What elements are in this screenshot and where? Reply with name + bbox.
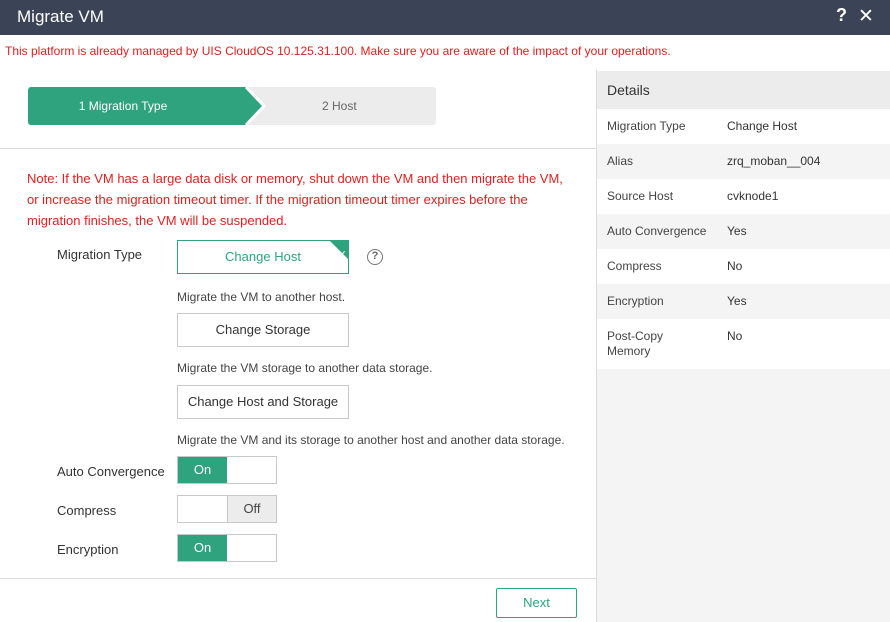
close-icon[interactable]: ✕: [858, 5, 874, 28]
encryption-label: Encryption: [57, 542, 119, 557]
change-storage-option[interactable]: Change Storage: [177, 313, 349, 347]
encryption-toggle[interactable]: On: [177, 534, 277, 562]
change-host-desc: Migrate the VM to another host.: [177, 290, 346, 304]
change-host-storage-option[interactable]: Change Host and Storage: [177, 385, 349, 419]
change-host-label: Change Host: [225, 249, 301, 264]
detail-row: Post-Copy Memory No: [597, 319, 890, 369]
divider: [0, 148, 596, 149]
next-button[interactable]: Next: [496, 588, 577, 618]
step-migration-type[interactable]: 1 Migration Type: [28, 87, 246, 125]
detail-row: Auto Convergence Yes: [597, 214, 890, 249]
compress-toggle[interactable]: Off: [177, 495, 277, 523]
detail-row: Compress No: [597, 249, 890, 284]
detail-key: Post-Copy Memory: [607, 329, 664, 358]
help-icon[interactable]: ?: [836, 5, 847, 26]
footer-divider: [0, 578, 596, 579]
detail-row: Encryption Yes: [597, 284, 890, 319]
detail-key: Encryption: [607, 294, 664, 308]
detail-key: Source Host: [607, 189, 674, 203]
auto-convergence-toggle[interactable]: On: [177, 456, 277, 484]
toggle-state: Off: [227, 496, 276, 522]
migration-note: Note: If the VM has a large data disk or…: [27, 171, 563, 228]
check-icon: ✓: [337, 249, 347, 261]
detail-key: Migration Type: [607, 119, 686, 133]
detail-value: Change Host: [727, 119, 798, 133]
detail-key: Alias: [607, 154, 634, 168]
detail-key: Auto Convergence: [607, 224, 707, 238]
change-host-option[interactable]: Change Host ✓: [177, 240, 349, 274]
detail-value: Yes: [727, 224, 747, 238]
question-icon[interactable]: ?: [367, 249, 383, 265]
step-arrow-icon: [228, 87, 267, 125]
toggle-state: On: [178, 535, 227, 561]
detail-row: Migration Type Change Host: [597, 109, 890, 144]
change-storage-label: Change Storage: [215, 322, 311, 337]
managed-warning: This platform is already managed by UIS …: [5, 44, 671, 58]
detail-value: No: [727, 259, 743, 273]
migration-type-label: Migration Type: [57, 247, 143, 262]
details-panel: Details Migration Type Change Host Alias…: [597, 71, 890, 622]
details-heading: Details: [597, 71, 890, 109]
dialog-titlebar: Migrate VM ? ✕: [0, 0, 890, 35]
change-host-storage-label: Change Host and Storage: [187, 394, 339, 409]
auto-convergence-label: Auto Convergence: [57, 464, 165, 479]
detail-row: Alias zrq_moban__004: [597, 144, 890, 179]
dialog-title: Migrate VM: [17, 7, 104, 26]
detail-value: zrq_moban__004: [727, 154, 821, 168]
detail-value: cvknode1: [727, 189, 779, 203]
wizard-steps: 1 Migration Type 2 Host: [28, 87, 436, 125]
change-host-storage-desc: Migrate the VM and its storage to anothe…: [177, 433, 565, 447]
detail-row: Source Host cvknode1: [597, 179, 890, 214]
detail-value: Yes: [727, 294, 747, 308]
detail-key: Compress: [607, 259, 662, 273]
detail-value: No: [727, 329, 743, 343]
compress-label: Compress: [57, 503, 117, 518]
change-storage-desc: Migrate the VM storage to another data s…: [177, 361, 433, 375]
toggle-state: On: [178, 457, 227, 483]
step-host[interactable]: 2 Host: [288, 87, 388, 125]
